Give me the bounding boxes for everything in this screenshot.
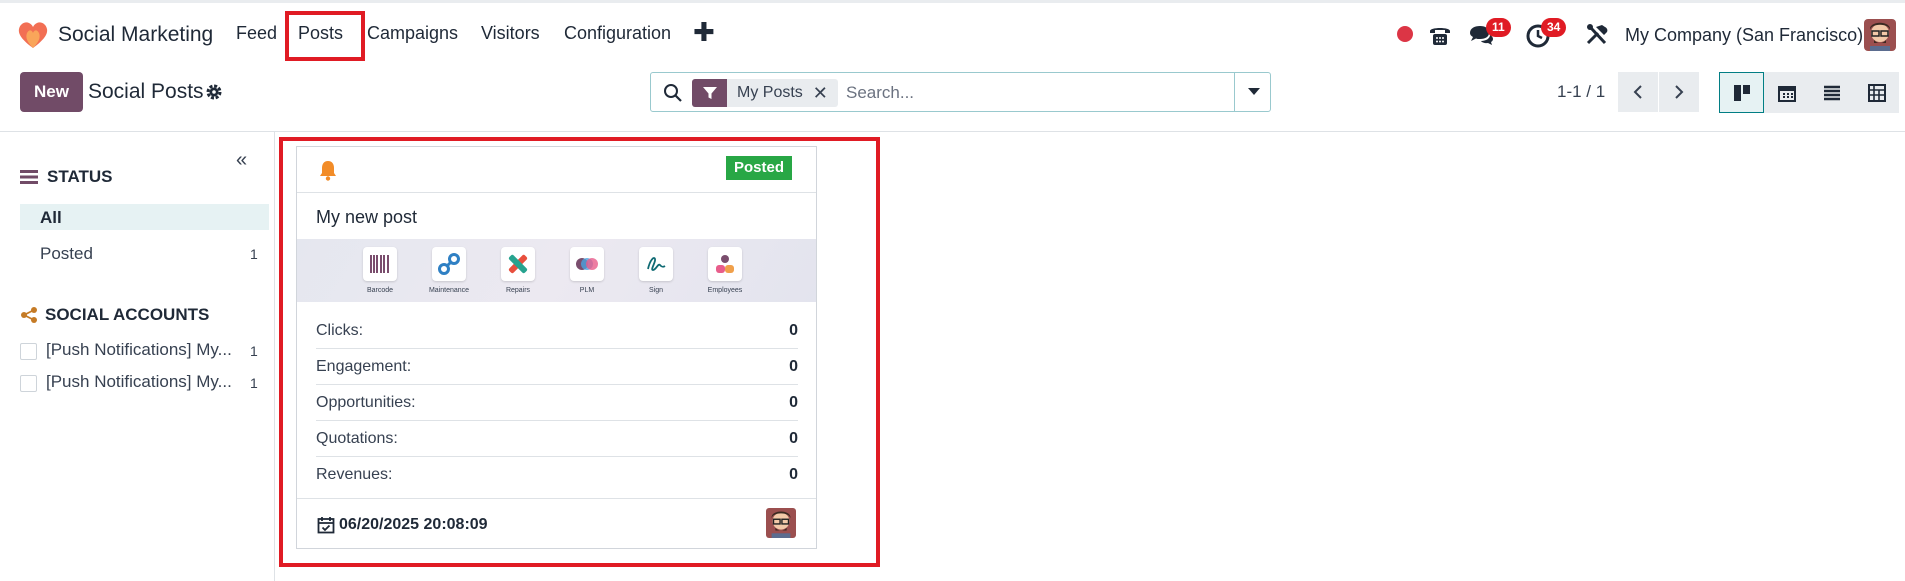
status-filter-all[interactable]: All [20, 204, 269, 230]
stat-row: Revenues: 0 [316, 457, 798, 493]
stat-row: Engagement: 0 [316, 349, 798, 385]
posts-highlight-box [285, 11, 365, 61]
stat-label: Quotations: [316, 430, 398, 447]
menu-campaigns[interactable]: Campaigns [367, 23, 458, 44]
plm-app-icon [570, 247, 604, 281]
stat-row: Opportunities: 0 [316, 385, 798, 421]
app-caption: Barcode [366, 287, 394, 294]
menu-feed[interactable]: Feed [236, 23, 277, 44]
list-icon [1823, 85, 1840, 100]
account-filter-count: 1 [250, 343, 258, 359]
post-card[interactable]: Posted My new post Barcode Maintenance R… [296, 146, 817, 549]
author-avatar[interactable] [766, 508, 796, 538]
calendar-icon [1777, 85, 1796, 102]
collapse-panel-button[interactable]: « [236, 149, 247, 172]
view-list-button[interactable] [1809, 72, 1854, 113]
status-filter-posted[interactable]: Posted 1 [20, 240, 269, 266]
bell-icon [320, 161, 336, 181]
chevron-right-icon [1675, 85, 1684, 99]
post-message: My new post [316, 207, 418, 227]
control-panel: New Social Posts My Posts ✕ 1-1 / 1 [0, 65, 1905, 132]
post-image-banner: Barcode Maintenance Repairs PLM Sign Emp… [297, 239, 816, 302]
maintenance-app-icon [432, 247, 466, 281]
employees-app-icon [708, 247, 742, 281]
app-caption: Maintenance [428, 287, 470, 294]
new-button[interactable]: New [20, 72, 83, 112]
stat-row: Clicks: 0 [316, 313, 798, 349]
stat-label: Opportunities: [316, 394, 416, 411]
record-status-icon[interactable] [1397, 26, 1413, 42]
company-switcher[interactable]: My Company (San Francisco) [1625, 25, 1863, 46]
stat-label: Engagement: [316, 358, 412, 375]
barcode-app-icon [363, 247, 397, 281]
pager-next-button[interactable] [1659, 72, 1699, 112]
status-list-icon [20, 170, 38, 184]
search-divider [1234, 73, 1235, 111]
tools-icon[interactable] [1584, 22, 1610, 48]
add-menu-icon[interactable]: ✚ [693, 17, 715, 48]
stat-row: Quotations: 0 [316, 421, 798, 457]
calendar-check-icon [317, 517, 335, 534]
pager-previous-button[interactable] [1618, 72, 1658, 112]
stat-value: 0 [789, 430, 798, 447]
messages-badge: 11 [1486, 18, 1511, 37]
stat-value: 0 [789, 394, 798, 411]
page-title: Social Posts [88, 80, 204, 103]
app-caption: Sign [648, 287, 663, 294]
heart-logo-icon[interactable] [18, 21, 48, 49]
top-navbar: Social Marketing Feed Posts Campaigns Vi… [0, 0, 1905, 65]
menu-configuration[interactable]: Configuration [564, 23, 671, 44]
social-accounts-section-title: SOCIAL ACCOUNTS [45, 305, 210, 324]
pager-value[interactable]: 1-1 / 1 [1557, 82, 1605, 102]
status-filter-label: Posted [40, 244, 93, 263]
account-filter-label[interactable]: [Push Notifications] My... [46, 340, 232, 360]
search-options-toggle[interactable] [1248, 88, 1260, 95]
activities-badge: 34 [1541, 18, 1567, 37]
facet-label: My Posts [737, 84, 803, 101]
search-facet[interactable]: My Posts ✕ [692, 79, 838, 107]
search-input[interactable] [846, 80, 1166, 106]
share-icon [21, 307, 37, 323]
app-caption: Employees [707, 287, 743, 294]
view-kanban-button[interactable] [1719, 72, 1764, 113]
app-caption: Repairs [505, 287, 531, 294]
account-checkbox[interactable] [20, 343, 37, 360]
post-statistics: Clicks: 0 Engagement: 0 Opportunities: 0… [316, 313, 798, 493]
menu-visitors[interactable]: Visitors [481, 23, 540, 44]
repairs-app-icon [501, 247, 535, 281]
card-footer: 06/20/2025 20:08:09 [297, 498, 816, 548]
kanban-icon [1733, 84, 1750, 101]
status-badge: Posted [726, 156, 793, 180]
chevron-left-icon [1633, 85, 1642, 99]
app-name[interactable]: Social Marketing [58, 23, 213, 47]
status-filter-count: 1 [250, 246, 258, 262]
filter-icon [692, 79, 727, 107]
app-caption: PLM [579, 287, 595, 294]
search-panel: « STATUS All Posted 1 SOCIAL ACCOUNTS [P… [0, 132, 275, 581]
phone-icon[interactable] [1427, 22, 1453, 48]
sign-app-icon [639, 247, 673, 281]
stat-value: 0 [789, 322, 798, 339]
stat-value: 0 [789, 466, 798, 483]
status-filter-label: All [40, 208, 62, 227]
stat-label: Clicks: [316, 322, 364, 339]
user-avatar[interactable] [1864, 19, 1896, 51]
account-checkbox[interactable] [20, 375, 37, 392]
stat-value: 0 [789, 358, 798, 375]
stat-label: Revenues: [316, 466, 393, 483]
status-section-title: STATUS [47, 167, 113, 186]
gear-icon[interactable] [205, 83, 223, 101]
facet-remove-icon[interactable]: ✕ [813, 83, 838, 104]
post-date: 06/20/2025 20:08:09 [339, 516, 488, 533]
card-header: Posted [297, 147, 816, 193]
view-calendar-button[interactable] [1764, 72, 1809, 113]
view-pivot-button[interactable] [1854, 72, 1899, 113]
search-bar: My Posts ✕ [650, 72, 1271, 112]
pivot-table-icon [1867, 83, 1886, 102]
search-icon[interactable] [663, 83, 683, 103]
account-filter-label[interactable]: [Push Notifications] My... [46, 372, 232, 392]
account-filter-count: 1 [250, 375, 258, 391]
